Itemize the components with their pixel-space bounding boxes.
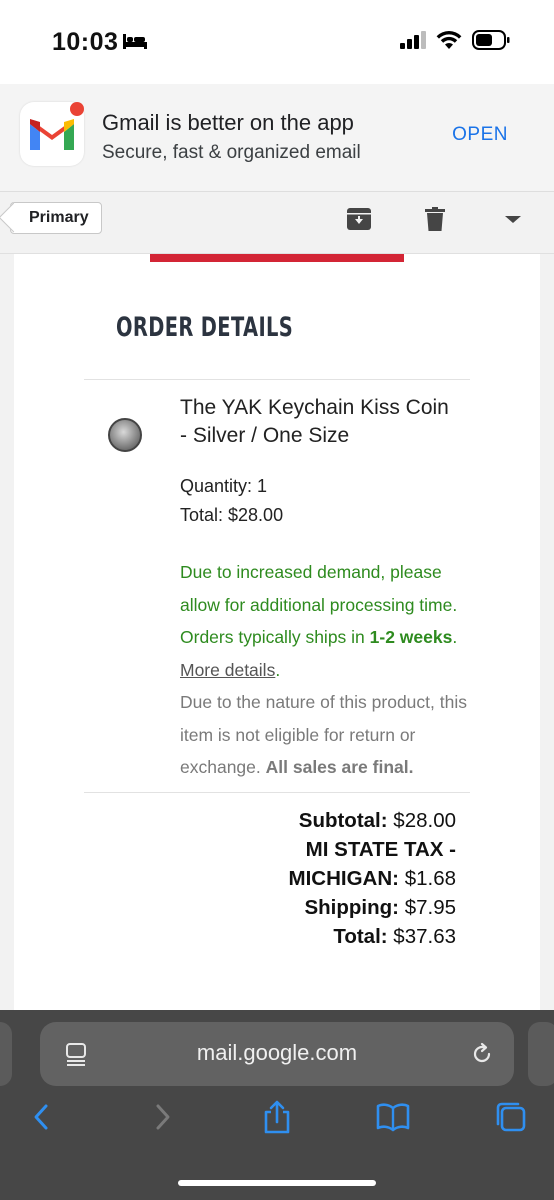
shipping-row: Shipping: $7.95: [289, 893, 456, 922]
notice-punctuation: .: [452, 627, 458, 647]
gmail-logo-icon: [20, 102, 84, 166]
total-label: Total:: [333, 925, 388, 948]
status-time: 10:03: [52, 28, 119, 56]
product-name: The YAK Keychain Kiss Coin - Silver / On…: [180, 396, 449, 447]
tax-value: $1.68: [399, 867, 456, 890]
back-arrow-icon[interactable]: [26, 1100, 60, 1134]
subtotal-value: $28.00: [387, 809, 456, 832]
tabs-overview-icon[interactable]: [494, 1100, 528, 1134]
product-total: Total: $28.00: [180, 505, 284, 525]
link-punctuation: .: [275, 659, 281, 680]
share-icon[interactable]: [260, 1100, 294, 1134]
email-toolbar: Primary: [0, 192, 554, 254]
subtotal-label: Subtotal:: [298, 809, 388, 832]
next-tab-peek[interactable]: [528, 1022, 554, 1086]
product-thumbnail[interactable]: [108, 418, 142, 452]
tax-row: MICHIGAN: $1.68: [289, 864, 456, 893]
header-accent-bar: [150, 254, 404, 262]
status-bar: 10:03: [0, 0, 554, 84]
tax-row-label: MI STATE TAX -: [289, 835, 456, 864]
bookmarks-icon[interactable]: [376, 1100, 410, 1134]
forward-arrow-icon[interactable]: [146, 1100, 180, 1134]
sleep-focus-icon: [123, 34, 147, 49]
wifi-icon: [436, 31, 462, 49]
more-options-dropdown-icon[interactable]: [500, 206, 526, 232]
product-quantity: Quantity: 1: [180, 476, 268, 496]
open-app-button[interactable]: OPEN: [452, 124, 508, 146]
back-to-primary-button[interactable]: Primary: [10, 202, 102, 234]
url-text: mail.google.com: [196, 1040, 358, 1065]
banner-title: Gmail is better on the app: [102, 110, 354, 135]
final-sale-bold: All sales are final.: [265, 757, 414, 777]
delete-trash-icon[interactable]: [422, 206, 448, 232]
email-body: ORDER DETAILS The YAK Keychain Kiss Coin…: [14, 254, 540, 1010]
divider-bottom: [84, 792, 470, 793]
order-summary: Subtotal: $28.00 MI STATE TAX - MICHIGAN…: [289, 806, 456, 951]
email-viewport: ORDER DETAILS The YAK Keychain Kiss Coin…: [0, 254, 554, 1010]
tax-label-line1: MI STATE TAX -: [305, 838, 456, 861]
home-indicator[interactable]: [178, 1180, 376, 1186]
previous-tab-peek[interactable]: [0, 1022, 12, 1086]
archive-icon[interactable]: [346, 206, 372, 232]
reload-icon[interactable]: [470, 1042, 494, 1066]
shipping-notice: Due to increased demand, please allow fo…: [180, 556, 472, 784]
subtotal-row: Subtotal: $28.00: [289, 806, 456, 835]
total-row: Total: $37.63: [289, 922, 456, 951]
shipping-value: $7.95: [399, 896, 456, 919]
shipping-label: Shipping:: [304, 896, 399, 919]
shipping-time-bold: 1-2 weeks: [369, 627, 453, 647]
back-button-label: Primary: [29, 209, 89, 226]
address-bar[interactable]: mail.google.com: [40, 1022, 514, 1086]
more-details-link[interactable]: More details: [180, 660, 275, 680]
cellular-signal-icon: [400, 31, 426, 49]
app-install-banner: Gmail is better on the app Secure, fast …: [0, 84, 554, 192]
total-value: $37.63: [387, 925, 456, 948]
banner-subtitle: Secure, fast & organized email: [102, 142, 361, 163]
divider-top: [84, 379, 470, 380]
battery-icon: [472, 30, 510, 50]
tax-label-line2: MICHIGAN:: [288, 867, 399, 890]
order-details-heading: ORDER DETAILS: [116, 312, 294, 343]
